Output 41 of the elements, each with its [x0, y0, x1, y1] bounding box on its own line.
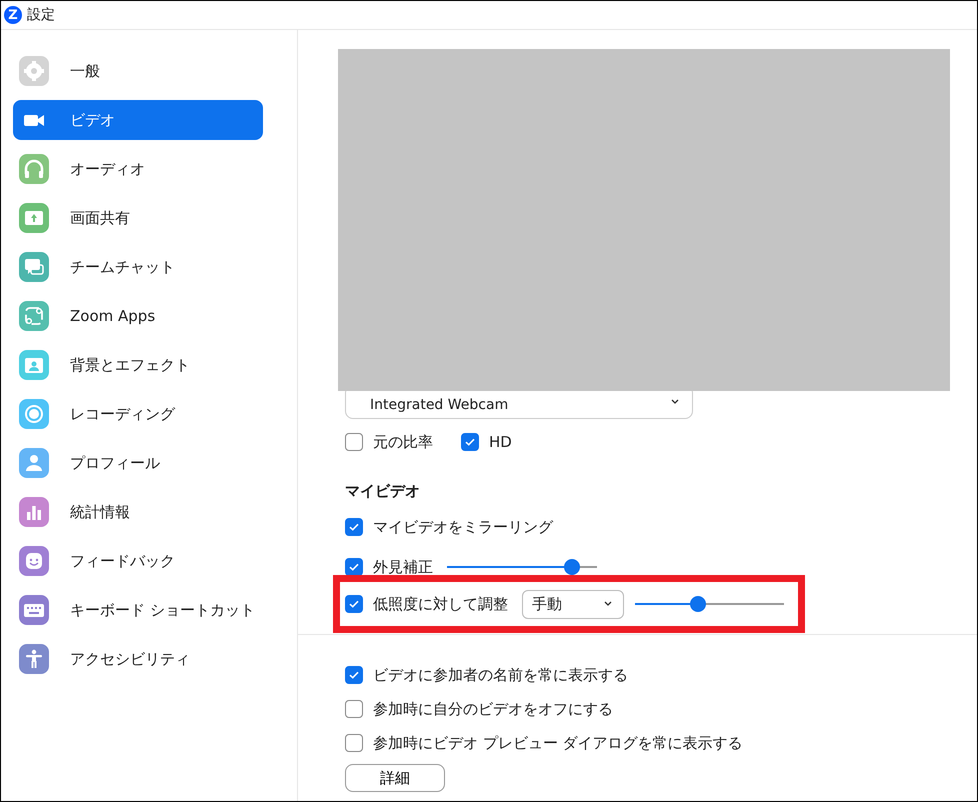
checkbox[interactable] [345, 734, 363, 752]
checkbox[interactable] [345, 595, 363, 613]
sidebar-item[interactable]: キーボード ショートカット [13, 590, 263, 630]
option-label: ビデオに参加者の名前を常に表示する [373, 666, 628, 684]
caret-icon [670, 399, 680, 405]
checkbox[interactable] [345, 433, 363, 451]
option-label: 参加時に自分のビデオをオフにする [373, 700, 613, 718]
app-logo: Z [4, 6, 22, 24]
sidebar-item[interactable]: 一般 [13, 51, 263, 91]
option-label: 参加時にビデオ プレビュー ダイアログを常に表示する [373, 734, 743, 752]
slider[interactable] [447, 559, 597, 575]
checkbox[interactable] [345, 518, 363, 536]
sidebar-item[interactable]: ビデオ [13, 100, 263, 140]
sidebar-item[interactable]: 統計情報 [13, 492, 263, 532]
mode-select[interactable]: 手動 [522, 590, 624, 618]
advanced-button[interactable]: 詳細 [345, 764, 445, 792]
caret-icon [603, 601, 613, 607]
slider-thumb[interactable] [690, 596, 706, 612]
checkbox[interactable] [345, 666, 363, 684]
checkbox[interactable] [345, 700, 363, 718]
sidebar-item[interactable]: チームチャット [13, 247, 263, 287]
sidebar-item[interactable]: Zoom Apps [13, 296, 263, 336]
sidebar-item[interactable]: 画面共有 [13, 198, 263, 238]
option-label: 元の比率 [373, 432, 433, 452]
sidebar-item[interactable]: アクセシビリティ [13, 639, 263, 679]
camera-dropdown[interactable]: Integrated Webcam [345, 391, 693, 419]
checkbox[interactable] [345, 558, 363, 576]
sidebar-item[interactable]: レコーディング [13, 394, 263, 434]
window-title: 設定 [27, 6, 55, 24]
option-label: マイビデオをミラーリング [373, 518, 553, 536]
checkbox[interactable] [461, 433, 479, 451]
slider[interactable] [635, 596, 784, 612]
sidebar-item[interactable]: 背景とエフェクト [13, 345, 263, 385]
section-heading: マイビデオ [345, 482, 421, 502]
sidebar-item[interactable]: オーディオ [13, 149, 263, 189]
sidebar-item[interactable]: プロフィール [13, 443, 263, 483]
option-label: HD [489, 433, 512, 451]
sidebar-item[interactable]: フィードバック [13, 541, 263, 581]
option-label: 低照度に対して調整 [373, 594, 508, 614]
option-label: 外見補正 [373, 558, 433, 576]
slider-thumb[interactable] [564, 559, 580, 575]
